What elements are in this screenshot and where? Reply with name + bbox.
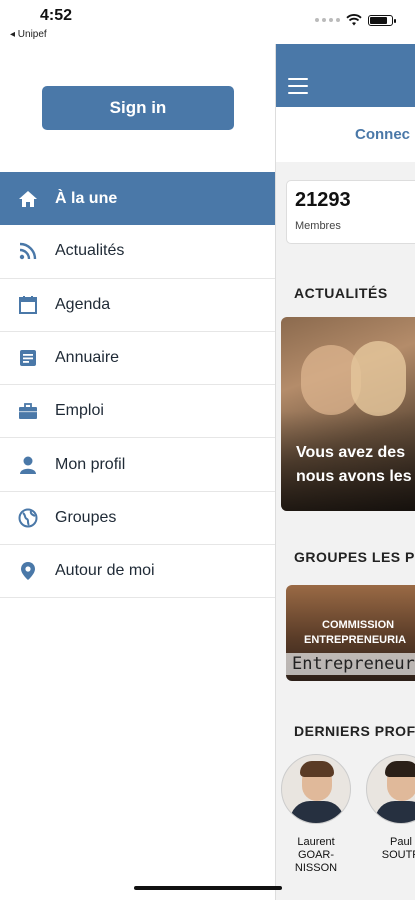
menu-item-emploi[interactable]: Emploi: [0, 385, 276, 439]
drawer-menu: À la une Actualités Agenda Annuaire Empl…: [0, 172, 276, 599]
news-section-title: ACTUALITÉS: [294, 285, 388, 301]
group-card-caption: COMMISSION: [322, 619, 395, 631]
menu-item-agenda[interactable]: Agenda: [0, 279, 276, 332]
status-time: 4:52: [40, 7, 73, 24]
avatar[interactable]: [366, 754, 415, 824]
members-label: Membres: [295, 220, 341, 232]
back-to-app-link[interactable]: ◂ Unipef: [10, 29, 47, 40]
calendar-icon: [0, 295, 55, 315]
group-card-caption: ENTREPRENEURIA: [304, 634, 407, 646]
hamburger-menu-icon[interactable]: [288, 78, 308, 99]
navigation-drawer: Sign in À la une Actualités Agenda Annua…: [0, 0, 276, 900]
person-icon: [0, 455, 55, 475]
menu-item-annuaire[interactable]: Annuaire: [0, 332, 276, 386]
wifi-icon: [346, 14, 362, 26]
menu-item-label: Mon profil: [55, 455, 126, 473]
rss-icon: [0, 241, 55, 261]
menu-item-a-la-une[interactable]: À la une: [0, 172, 276, 226]
menu-item-label: Emploi: [55, 402, 104, 420]
group-card[interactable]: COMMISSION ENTREPRENEURIA Entrepreneuri: [286, 585, 415, 681]
menu-item-autour-de-moi[interactable]: Autour de moi: [0, 545, 276, 599]
menu-item-actualites[interactable]: Actualités: [0, 225, 276, 279]
status-bar: 4:52 ◂ Unipef: [0, 0, 415, 44]
globe-icon: [0, 508, 55, 528]
group-card-title: Entrepreneuri: [292, 654, 415, 674]
profiles-section-title: DERNIERS PROF: [294, 723, 415, 739]
profile-name[interactable]: Paul SOUTR: [366, 836, 415, 862]
news-card[interactable]: Vous avez des nous avons les: [281, 317, 415, 511]
menu-item-label: Groupes: [55, 508, 117, 526]
location-pin-icon: [0, 561, 55, 581]
menu-item-groupes[interactable]: Groupes: [0, 492, 276, 546]
members-count: 21293: [295, 189, 351, 211]
directory-icon: [0, 348, 55, 368]
signal-icon: [315, 18, 340, 22]
battery-icon: [368, 14, 396, 26]
connect-button[interactable]: Connec: [276, 107, 415, 162]
app-header: [276, 44, 415, 107]
status-icons: [315, 14, 396, 26]
menu-item-label: Actualités: [55, 242, 125, 260]
menu-item-mon-profil[interactable]: Mon profil: [0, 438, 276, 492]
main-content[interactable]: Connec 21293 Membres ACTUALITÉS Vous ave…: [276, 44, 415, 900]
sign-in-button[interactable]: Sign in: [42, 86, 234, 130]
menu-item-label: Annuaire: [55, 349, 120, 367]
briefcase-icon: [0, 401, 55, 421]
profile-name[interactable]: Laurent GOAR- NISSON: [281, 836, 351, 875]
menu-item-label: À la une: [55, 189, 118, 207]
news-photo: [351, 341, 406, 416]
news-card-headline: Vous avez des nous avons les: [296, 444, 412, 485]
members-stat-card[interactable]: 21293 Membres: [286, 180, 415, 244]
home-icon: [0, 189, 55, 209]
menu-item-label: Autour de moi: [55, 562, 155, 580]
avatar[interactable]: [281, 754, 351, 824]
home-indicator[interactable]: [134, 886, 282, 890]
groups-section-title: GROUPES LES P: [294, 549, 415, 565]
menu-item-label: Agenda: [55, 295, 111, 313]
